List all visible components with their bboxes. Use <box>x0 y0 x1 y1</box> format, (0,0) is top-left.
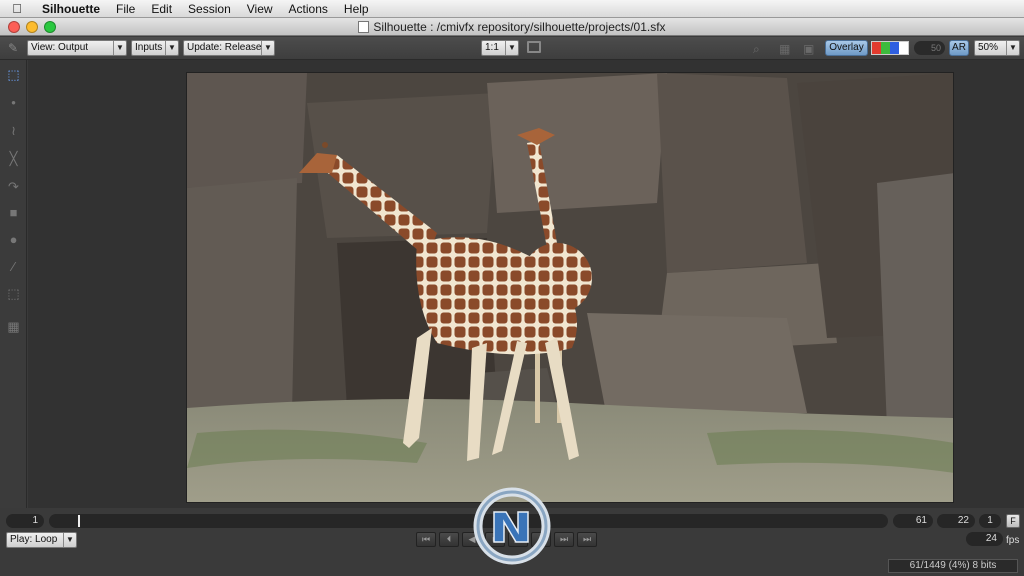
zoom-window-button[interactable] <box>44 20 56 33</box>
apple-menu-icon[interactable]:  <box>0 1 34 16</box>
fps-field[interactable]: 24 <box>966 532 1003 546</box>
color-channel-swatch[interactable] <box>871 41 909 55</box>
swatch-red <box>872 42 881 54</box>
inputs-select[interactable]: Inputs ▼ <box>131 40 179 56</box>
menu-view[interactable]: View <box>239 0 281 18</box>
window-title: Silhouette : /cmivfx repository/silhouet… <box>0 18 1024 36</box>
menu-app-name[interactable]: Silhouette <box>34 0 108 18</box>
current-frame-field[interactable]: 61 <box>893 514 933 528</box>
timeline-scrubber[interactable] <box>49 514 888 528</box>
chevron-down-icon: ▼ <box>113 41 126 55</box>
zoom-percent-value: 50% <box>978 42 999 53</box>
watermark-logo <box>473 487 551 565</box>
bspline-icon[interactable]: ≀ <box>5 122 22 139</box>
footage-frame[interactable] <box>186 72 954 503</box>
ellipse-icon[interactable]: ● <box>5 231 22 248</box>
curve-icon[interactable]: ↷ <box>5 178 22 195</box>
fps-label: fps <box>1006 535 1020 546</box>
go-to-start-icon[interactable]: ⏮ <box>416 532 436 547</box>
step-back-icon[interactable]: ⏴ <box>439 532 459 547</box>
go-to-end-icon[interactable]: ⏭ <box>577 532 597 547</box>
end-frame-field[interactable]: 22 <box>937 514 975 528</box>
menu-edit[interactable]: Edit <box>143 0 180 18</box>
play-mode-value: Play: Loop <box>10 534 58 545</box>
menu-file[interactable]: File <box>108 0 143 18</box>
brush-icon[interactable]: • <box>5 94 22 111</box>
film-icon[interactable]: ▦ <box>779 42 790 56</box>
magnifier-icon[interactable]: ⌕ <box>753 42 760 57</box>
f-button[interactable]: F <box>1006 514 1020 528</box>
transform-icon[interactable]: ⬚ <box>5 66 22 83</box>
tool-palette: ⬚ • ≀ ╳ ↷ ■ ● ∕ ⬚ ▦ <box>0 60 27 508</box>
menu-bar:  Silhouette File Edit Session View Acti… <box>0 0 1024 18</box>
grid-icon[interactable]: ▦ <box>5 318 22 335</box>
minimize-window-button[interactable] <box>26 20 38 33</box>
start-frame-field[interactable]: 1 <box>6 514 44 528</box>
xspline-icon[interactable]: ╳ <box>5 150 22 167</box>
chevron-down-icon: ▼ <box>261 41 274 55</box>
swatch-blue <box>890 42 899 54</box>
viewer-panel[interactable] <box>28 60 1024 508</box>
frame-status-readout: 61/1449 (4%) 8 bits <box>888 559 1018 573</box>
window-title-text: Silhouette : /cmivfx repository/silhouet… <box>373 20 666 34</box>
view-select-value: View: Output <box>31 42 89 53</box>
inputs-select-value: Inputs <box>135 42 163 53</box>
rectangle-icon[interactable]: ■ <box>5 204 22 221</box>
giraffe-footage-image <box>187 73 953 502</box>
aspect-ratio-button[interactable]: AR <box>949 40 969 56</box>
window-controls <box>0 20 56 33</box>
zoom-percent-select[interactable]: 50% ▼ <box>974 40 1020 56</box>
view-select[interactable]: View: Output ▼ <box>27 40 127 56</box>
menu-session[interactable]: Session <box>180 0 239 18</box>
update-select-value: Update: Release <box>187 42 262 53</box>
play-mode-select[interactable]: Play: Loop ▼ <box>6 532 77 548</box>
next-key-icon[interactable]: ⏭ <box>554 532 574 547</box>
viewer-toolbar: ✎ View: Output ▼ Inputs ▼ Update: Release ▼… <box>0 37 1024 60</box>
knife-icon[interactable]: ∕ <box>5 258 22 275</box>
playhead[interactable] <box>78 515 81 527</box>
overlay-button[interactable]: Overlay <box>825 40 868 56</box>
swatch-white <box>899 42 908 54</box>
chevron-down-icon: ▼ <box>63 533 76 547</box>
update-select[interactable]: Update: Release ▼ <box>183 40 275 56</box>
zoom-ratio-select[interactable]: 1:1 ▼ <box>481 40 519 56</box>
crop-icon[interactable]: ⬚ <box>5 285 22 302</box>
gain-field[interactable]: 50 <box>914 41 945 55</box>
document-icon <box>358 21 370 33</box>
menu-actions[interactable]: Actions <box>281 0 336 18</box>
swatch-green <box>881 42 890 54</box>
chevron-down-icon: ▼ <box>1006 41 1019 55</box>
pen-icon[interactable]: ✎ <box>5 40 21 56</box>
chevron-down-icon: ▼ <box>165 41 178 55</box>
snapshot-icon[interactable]: ▣ <box>803 42 814 56</box>
close-window-button[interactable] <box>8 20 20 33</box>
zoom-ratio-value: 1:1 <box>485 42 499 53</box>
chevron-down-icon: ▼ <box>505 41 518 55</box>
monitor-icon[interactable] <box>527 41 541 53</box>
step-field[interactable]: 1 <box>979 514 1001 528</box>
silhouette-app:  Silhouette File Edit Session View Acti… <box>0 0 1024 576</box>
menu-help[interactable]: Help <box>336 0 377 18</box>
window-title-bar: Silhouette : /cmivfx repository/silhouet… <box>0 18 1024 36</box>
